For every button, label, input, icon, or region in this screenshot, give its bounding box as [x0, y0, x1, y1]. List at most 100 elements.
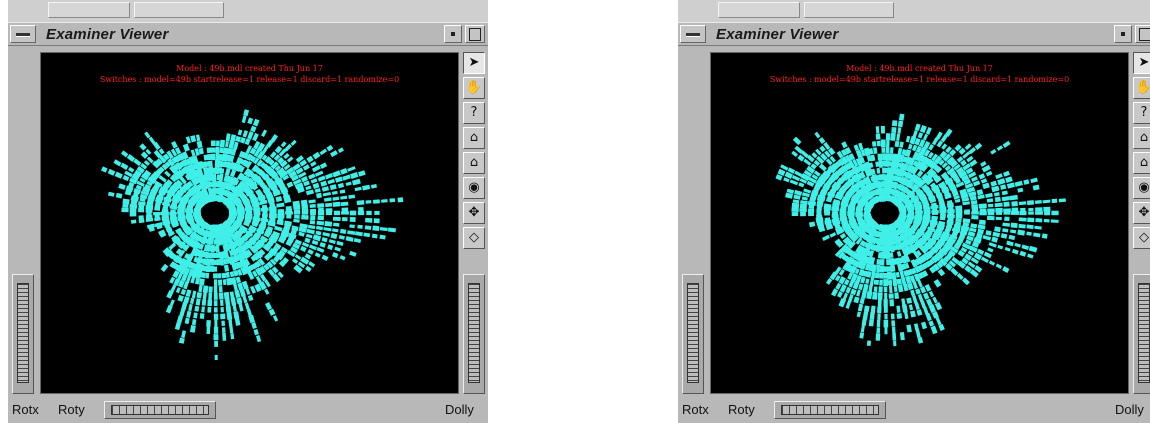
model-segment: [286, 181, 294, 188]
view-all-eye-icon[interactable]: ◉: [463, 177, 485, 199]
model-segment: [884, 326, 888, 335]
window-menu-button[interactable]: [10, 25, 36, 43]
model-segment: [986, 215, 995, 221]
model-segment: [893, 340, 897, 347]
maximize-button[interactable]: [1135, 25, 1150, 43]
model-segment: [871, 141, 877, 147]
model-segment: [211, 147, 216, 153]
perspective-camera-icon[interactable]: ◇: [463, 227, 485, 249]
model-segment: [875, 133, 881, 140]
model-segment: [275, 195, 283, 203]
model-segment: [339, 189, 346, 194]
model-segment: [170, 209, 176, 214]
model-segment: [889, 147, 894, 154]
seek-crosshair-icon[interactable]: ✥: [1133, 202, 1150, 224]
model-segment: [877, 306, 882, 314]
model-segment: [334, 246, 342, 252]
model-segment: [294, 209, 301, 213]
model-segment: [130, 219, 137, 224]
model-segment: [339, 255, 346, 261]
model-segment: [1004, 216, 1010, 222]
set-home-icon[interactable]: ⌂: [1133, 152, 1150, 174]
model-segment: [165, 304, 173, 314]
model-segment: [1035, 211, 1043, 215]
model-segment: [255, 335, 262, 343]
model-segment: [891, 272, 897, 280]
menu-tab[interactable]: [804, 2, 894, 18]
model-segment: [234, 290, 241, 299]
dolly-wheel[interactable]: [463, 274, 485, 394]
dolly-wheel[interactable]: [1133, 274, 1150, 394]
model-segment: [978, 219, 986, 225]
hand-icon[interactable]: ✋: [463, 77, 485, 99]
model-segment: [235, 135, 241, 143]
set-home-icon[interactable]: ⌂: [463, 152, 485, 174]
view-all-eye-icon[interactable]: ◉: [1133, 177, 1150, 199]
model-segment: [837, 291, 843, 298]
render-viewport[interactable]: Model : 49b.mdl created Thu Jun 17 Switc…: [710, 52, 1129, 394]
model-segment: [883, 272, 888, 279]
model-segment: [861, 290, 868, 299]
model-segment: [261, 129, 268, 137]
menu-tab[interactable]: [134, 2, 224, 18]
window-menu-button[interactable]: [680, 25, 706, 43]
model-segment: [322, 232, 331, 237]
model-segment: [129, 207, 137, 213]
model-segment: [118, 183, 126, 190]
model-segment: [1004, 246, 1011, 252]
model-segment: [252, 132, 259, 142]
home-icon[interactable]: ⌂: [1133, 127, 1150, 149]
model-segment: [138, 215, 144, 220]
model-segment: [214, 319, 218, 328]
model-segment: [314, 188, 321, 193]
model-segment: [246, 209, 252, 215]
model-segment: [890, 132, 896, 141]
model-segment: [323, 197, 332, 202]
minimize-button[interactable]: [1114, 25, 1132, 43]
perspective-camera-icon[interactable]: ◇: [1133, 227, 1150, 249]
model-segment: [917, 337, 924, 344]
hand-icon[interactable]: ✋: [1133, 77, 1150, 99]
model-segment: [213, 313, 219, 320]
arrow-pointer-icon[interactable]: ➤: [463, 52, 485, 74]
model-segment: [348, 194, 356, 199]
model-segment: [186, 310, 192, 318]
model-segment: [925, 312, 932, 322]
rotx-wheel[interactable]: [12, 274, 34, 394]
menu-tab[interactable]: [718, 2, 800, 18]
model-segment: [213, 259, 218, 266]
help-icon[interactable]: ?: [463, 102, 485, 124]
maximize-button[interactable]: [465, 25, 485, 43]
menu-tab[interactable]: [48, 2, 130, 18]
model-segment: [286, 156, 294, 163]
model-segment: [181, 330, 187, 339]
model-segment: [310, 178, 318, 184]
home-icon[interactable]: ⌂: [463, 127, 485, 149]
minimize-button[interactable]: [444, 25, 462, 43]
model-segment: [190, 276, 196, 284]
render-viewport[interactable]: Model : 49b.mdl created Thu Jun 17 Switc…: [40, 52, 459, 394]
model-segment: [370, 183, 377, 189]
roty-wheel[interactable]: [774, 401, 886, 419]
model-segment: [1000, 233, 1008, 239]
model-segment: [995, 263, 1003, 269]
roty-wheel[interactable]: [104, 401, 216, 419]
model-segment: [216, 140, 220, 147]
arrow-pointer-icon[interactable]: ➤: [1133, 52, 1150, 74]
help-icon[interactable]: ?: [1133, 102, 1150, 124]
model-segment: [876, 140, 881, 147]
model-segment: [894, 140, 900, 148]
model-segment: [210, 258, 215, 266]
model-segment: [347, 230, 356, 236]
model-segment: [931, 210, 939, 214]
seek-crosshair-icon[interactable]: ✥: [463, 202, 485, 224]
model-segment: [213, 239, 217, 245]
model-segment: [219, 147, 224, 154]
model-center-hole: [205, 204, 225, 222]
model-segment: [877, 252, 882, 259]
model-segment: [305, 185, 312, 191]
model-segment: [839, 232, 847, 240]
model-segment: [342, 174, 351, 181]
model-segment: [253, 328, 259, 336]
rotx-wheel[interactable]: [682, 274, 704, 394]
